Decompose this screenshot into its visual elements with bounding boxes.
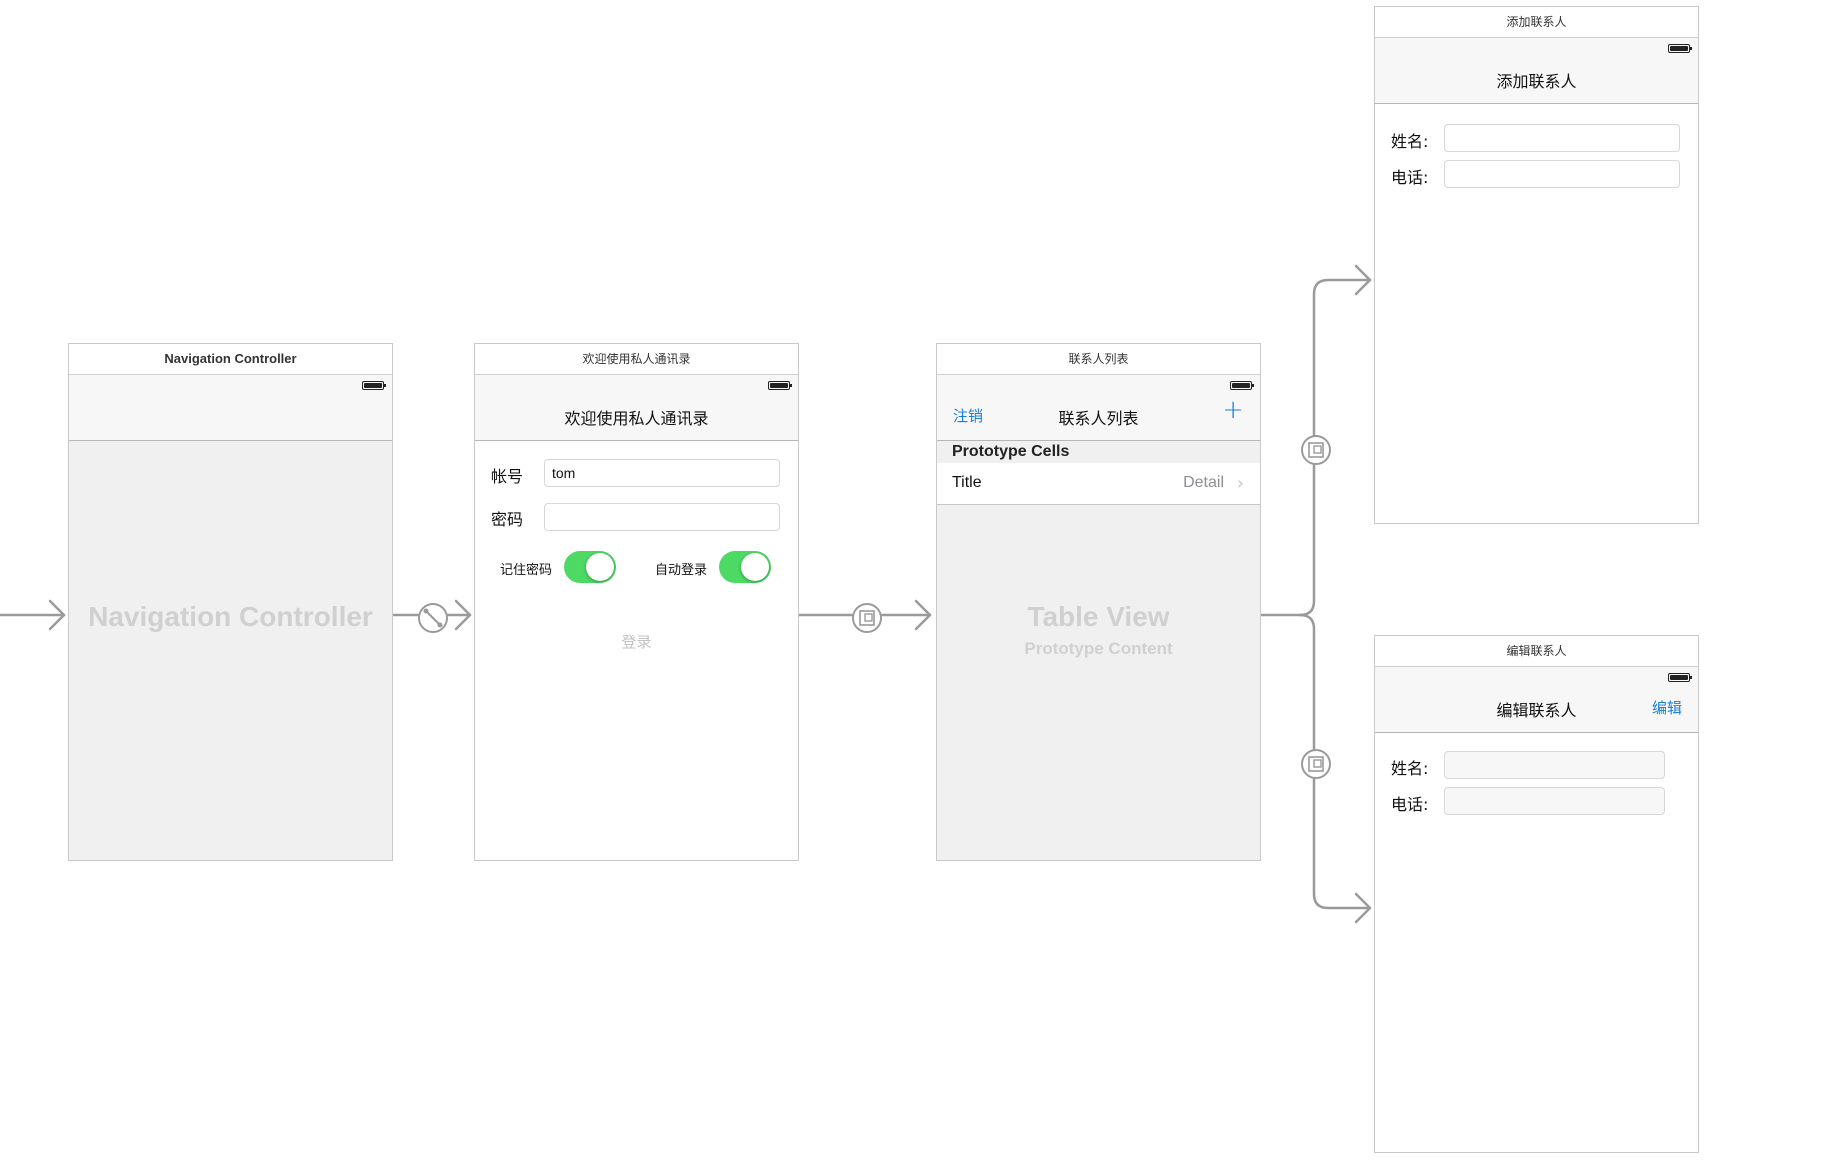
contacts-list-scene[interactable]: 联系人列表 注销 联系人列表 + Prototype Cells Title D…: [936, 343, 1261, 861]
push-segue-icon: [1301, 749, 1331, 779]
phone-field[interactable]: [1444, 787, 1665, 815]
auto-login-label: 自动登录: [655, 563, 708, 578]
login-scene[interactable]: 欢迎使用私人通讯录 欢迎使用私人通讯录 帐号 tom 密码 记住密码 自动登录 …: [474, 343, 799, 861]
password-label: 密码: [491, 510, 524, 529]
account-field[interactable]: tom: [544, 459, 780, 487]
navigation-bar: 编辑联系人 编辑: [1375, 667, 1698, 733]
cell-title: Title: [952, 474, 982, 491]
scene-title: 欢迎使用私人通讯录: [475, 344, 798, 375]
phone-label: 电话:: [1391, 795, 1429, 814]
scene-title: 添加联系人: [1375, 7, 1698, 38]
name-field[interactable]: [1444, 124, 1680, 152]
account-label: 帐号: [491, 467, 524, 486]
name-field[interactable]: [1444, 751, 1665, 779]
remember-password-label: 记住密码: [500, 563, 553, 578]
content-area: Navigation Controller: [69, 441, 392, 860]
scene-title: 联系人列表: [937, 344, 1260, 375]
table-row[interactable]: Title Detail ›: [937, 463, 1260, 505]
navigation-bar: [69, 375, 392, 441]
add-contact-scene[interactable]: 添加联系人 添加联系人 姓名: 电话:: [1374, 6, 1699, 524]
navigation-controller-scene[interactable]: Navigation Controller Navigation Control…: [68, 343, 393, 861]
edit-contact-scene[interactable]: 编辑联系人 编辑联系人 编辑 姓名: 电话:: [1374, 635, 1699, 1153]
battery-icon: [768, 381, 792, 390]
prototype-content-placeholder: Prototype Content: [1024, 639, 1173, 658]
battery-icon: [1230, 381, 1254, 390]
navigation-bar: 欢迎使用私人通讯录: [475, 375, 798, 441]
table-view-area: Table View Prototype Content: [937, 505, 1260, 860]
push-segue-icon: [852, 603, 882, 633]
password-field[interactable]: [544, 503, 780, 531]
relationship-segue-icon: [418, 603, 448, 633]
battery-icon: [362, 381, 386, 390]
edit-button[interactable]: 编辑: [1652, 697, 1682, 718]
prototype-cells-header: Prototype Cells: [937, 441, 1260, 463]
nav-title: 编辑联系人: [1496, 701, 1577, 720]
chevron-right-icon: ›: [1236, 473, 1244, 494]
nav-title: 联系人列表: [1058, 409, 1139, 428]
switch-knob: [586, 553, 614, 581]
navigation-bar: 注销 联系人列表 +: [937, 375, 1260, 441]
nav-title: 添加联系人: [1496, 72, 1577, 91]
scene-title: Navigation Controller: [69, 344, 392, 375]
cell-detail: Detail: [1183, 474, 1224, 491]
scene-title: 编辑联系人: [1375, 636, 1698, 667]
battery-icon: [1668, 673, 1692, 682]
phone-label: 电话:: [1391, 168, 1429, 187]
battery-icon: [1668, 44, 1692, 53]
nav-title: 欢迎使用私人通讯录: [564, 409, 709, 428]
scene-placeholder: Navigation Controller: [88, 601, 373, 632]
phone-field[interactable]: [1444, 160, 1680, 188]
name-label: 姓名:: [1391, 132, 1429, 151]
remember-password-switch[interactable]: [564, 551, 616, 583]
table-view-placeholder: Table View: [1027, 601, 1170, 632]
push-segue-icon: [1301, 435, 1331, 465]
navigation-bar: 添加联系人: [1375, 38, 1698, 104]
auto-login-switch[interactable]: [719, 551, 771, 583]
plus-icon[interactable]: +: [1222, 397, 1244, 423]
login-button[interactable]: 登录: [475, 631, 798, 652]
switch-knob: [741, 553, 769, 581]
name-label: 姓名:: [1391, 759, 1429, 778]
